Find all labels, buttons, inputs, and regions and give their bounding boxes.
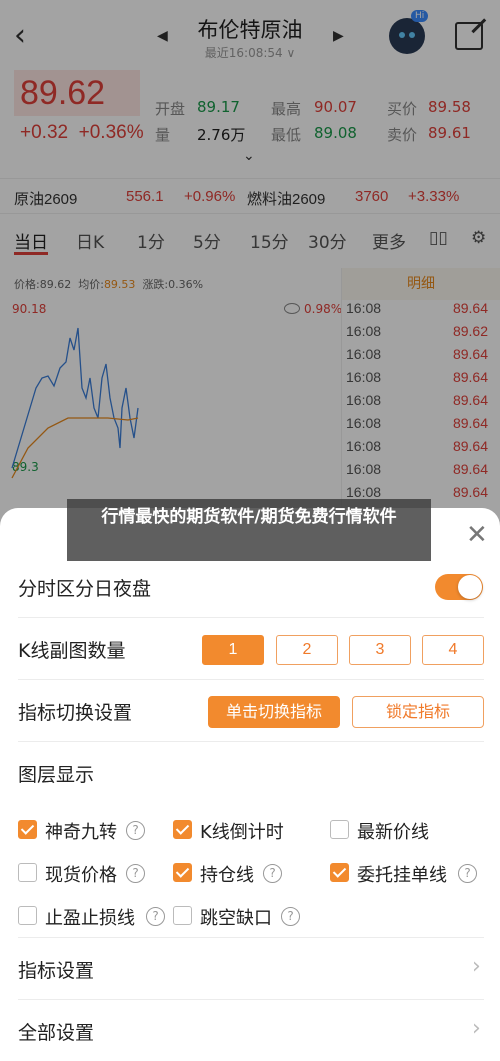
kline-count-option-4[interactable]: 4: [422, 635, 484, 665]
indicator-settings-row[interactable]: 指标设置 ›: [18, 938, 484, 1000]
checkbox-box[interactable]: [18, 863, 37, 882]
help-icon[interactable]: ?: [146, 907, 165, 926]
layer-display-label: 图层显示: [18, 764, 95, 786]
close-icon[interactable]: ✕: [466, 522, 488, 548]
all-settings-row[interactable]: 全部设置 ›: [18, 1000, 484, 1061]
indicator-switch-row: 指标切换设置 单击切换指标 锁定指标: [18, 680, 484, 742]
chart-settings-sheet: ✕ 分时区分日夜盘 K线副图数量 1 2 3 4 指标切换设置 单击切换指标 锁…: [0, 508, 500, 1061]
kline-count-label: K线副图数量: [18, 640, 126, 662]
lock-indicator-button[interactable]: 锁定指标: [352, 696, 484, 728]
checkbox-box[interactable]: [330, 863, 349, 882]
checkbox-label: 止盈止损线: [45, 908, 135, 929]
help-icon[interactable]: ?: [458, 864, 477, 883]
checkbox-box[interactable]: [173, 820, 192, 839]
help-icon[interactable]: ?: [126, 821, 145, 840]
night-session-row: 分时区分日夜盘: [18, 556, 484, 618]
checkbox-box[interactable]: [330, 820, 349, 839]
checkbox-label: K线倒计时: [200, 822, 284, 843]
indicator-switch-label: 指标切换设置: [18, 702, 133, 724]
checkbox-label: 最新价线: [357, 822, 429, 843]
help-icon[interactable]: ?: [263, 864, 282, 883]
layer-display-section: 图层显示 神奇九转 ? K线倒计时 最新价线 现货价格 ? 持仓线 ? 委托挂单…: [18, 742, 484, 938]
checkbox-box[interactable]: [173, 863, 192, 882]
kline-count-row: K线副图数量 1 2 3 4: [18, 618, 484, 680]
checkbox-box[interactable]: [18, 820, 37, 839]
checkbox-label: 神奇九转: [45, 822, 117, 843]
kline-count-option-3[interactable]: 3: [349, 635, 411, 665]
checkbox-label: 跳空缺口: [200, 908, 272, 929]
promo-banner: 行情最快的期货软件/期货免费行情软件: [67, 499, 431, 561]
checkbox-box[interactable]: [18, 906, 37, 925]
kline-count-option-1[interactable]: 1: [202, 635, 264, 665]
chevron-right-icon: ›: [472, 1016, 481, 1041]
indicator-settings-label: 指标设置: [18, 960, 95, 982]
help-icon[interactable]: ?: [126, 864, 145, 883]
kline-count-option-2[interactable]: 2: [276, 635, 338, 665]
checkbox-label: 现货价格: [45, 865, 117, 886]
checkbox-box[interactable]: [173, 906, 192, 925]
click-switch-indicator-button[interactable]: 单击切换指标: [208, 696, 340, 728]
checkbox-label: 委托挂单线: [357, 865, 447, 886]
night-session-toggle[interactable]: [435, 574, 483, 600]
all-settings-label: 全部设置: [18, 1022, 95, 1044]
night-session-label: 分时区分日夜盘: [18, 578, 152, 600]
toggle-knob: [458, 575, 482, 599]
chevron-right-icon: ›: [472, 954, 481, 979]
checkbox-label: 持仓线: [200, 865, 254, 886]
help-icon[interactable]: ?: [281, 907, 300, 926]
